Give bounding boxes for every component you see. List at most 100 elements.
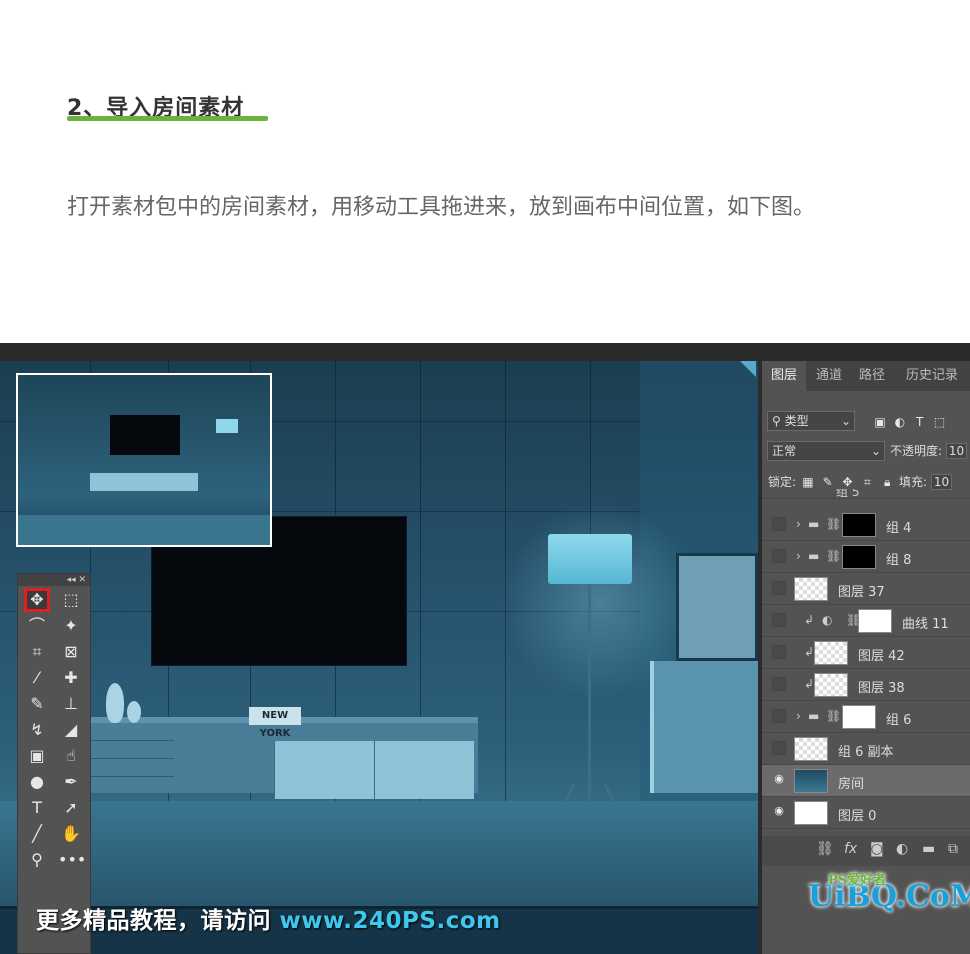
- layer-thumbnail: [794, 737, 828, 761]
- books: NEW YORK: [249, 707, 301, 739]
- visibility-toggle[interactable]: [772, 709, 786, 723]
- watermark-url: www.240PS.com: [279, 908, 501, 934]
- panel-tabs: 图层 通道 路径 历史记录: [762, 361, 970, 391]
- history-brush-tool-icon[interactable]: ↯: [24, 718, 50, 742]
- gradient-tool-icon[interactable]: ▣: [24, 744, 50, 768]
- layer-thumbnail: [842, 545, 876, 569]
- new-layer-icon[interactable]: ⧉: [948, 841, 958, 857]
- preview-tv: [110, 415, 180, 455]
- zoom-tool-icon[interactable]: ⚲: [24, 848, 50, 872]
- layer-thumbnail: [814, 641, 848, 665]
- more-tools-icon[interactable]: •••: [58, 848, 86, 872]
- brush-tool-icon[interactable]: ✎: [24, 692, 50, 716]
- pen-tool-icon[interactable]: ✒: [58, 770, 84, 794]
- visibility-toggle[interactable]: [772, 581, 786, 595]
- smudge-tool-icon[interactable]: ☝: [58, 744, 84, 768]
- blend-mode-select[interactable]: 正常 ⌄: [767, 441, 885, 461]
- layer-row[interactable]: 组 6 副本: [762, 733, 970, 765]
- chevron-down-icon: ⌄: [840, 414, 851, 428]
- lock-label: 锁定:: [768, 475, 797, 489]
- crop-tool-icon[interactable]: ⌗: [24, 640, 50, 664]
- layer-row[interactable]: › ▬ ⛓ 组 8: [762, 541, 970, 573]
- chevron-down-icon: ⌄: [870, 444, 881, 458]
- heading-underline: [67, 116, 268, 121]
- mask-icon[interactable]: ◙: [870, 841, 884, 857]
- layer-row[interactable]: ◉ 房间: [762, 765, 970, 797]
- line-tool-icon[interactable]: ╱: [24, 822, 50, 846]
- tab-layers[interactable]: 图层: [762, 361, 806, 391]
- eraser-tool-icon[interactable]: ◢: [58, 718, 84, 742]
- lamp-shade: [548, 534, 632, 584]
- fill-input[interactable]: 10: [930, 474, 953, 490]
- eyedropper-tool-icon[interactable]: ⁄: [24, 666, 50, 690]
- chevron-right-icon[interactable]: ›: [796, 517, 801, 531]
- folder-icon[interactable]: ▬: [922, 841, 935, 857]
- shape-filter-icon[interactable]: ⬚: [931, 411, 947, 433]
- site-logo: PS爱好者 UiBQ.CoM: [808, 873, 970, 914]
- opacity-input[interactable]: 10: [945, 443, 968, 459]
- chain-link-icon[interactable]: ⛓: [826, 517, 841, 531]
- toolbox-header[interactable]: ◂◂ ✕: [18, 574, 90, 586]
- marquee-tool-icon[interactable]: ⬚: [58, 588, 84, 612]
- frame-tool-icon[interactable]: ⊠: [58, 640, 84, 664]
- type-tool-icon[interactable]: T: [24, 796, 50, 820]
- opacity-row: 不透明度: 10: [890, 440, 968, 462]
- layer-row[interactable]: ↲ 图层 38: [762, 669, 970, 701]
- layer-list: › ▬ ⛓ 组 4 › ▬ ⛓ 组 8 图层 37 ↲ ◐ ⛓ 曲线 11 ↲ 图层 42 ↲ 图层 38 › ▬ ⛓…: [762, 509, 970, 869]
- layer-row[interactable]: ↲ 图层 42: [762, 637, 970, 669]
- preview-floor: [18, 515, 270, 545]
- adjustment-filter-icon[interactable]: ◐: [892, 411, 908, 433]
- healing-brush-tool-icon[interactable]: ✚: [58, 666, 84, 690]
- layer-name: 组 8: [886, 553, 912, 568]
- layer-filter-select[interactable]: ⚲ 类型 ⌄: [767, 411, 855, 431]
- link-icon[interactable]: ⛓: [816, 841, 834, 857]
- layer-row[interactable]: 图层 37: [762, 573, 970, 605]
- picture-frame: [676, 553, 758, 661]
- visibility-toggle[interactable]: [772, 677, 786, 691]
- tab-channels[interactable]: 通道: [808, 361, 850, 391]
- layer-row[interactable]: › ▬ ⛓ 组 4: [762, 509, 970, 541]
- cabinet-drawer: [90, 723, 174, 741]
- layer-thumbnail: [794, 769, 828, 793]
- chain-link-icon[interactable]: ⛓: [826, 709, 841, 723]
- eye-icon[interactable]: ◉: [772, 773, 786, 787]
- visibility-toggle[interactable]: [772, 517, 786, 531]
- layer-row[interactable]: ◉ 图层 0: [762, 797, 970, 829]
- image-filter-icon[interactable]: ▣: [872, 411, 888, 433]
- chain-link-icon[interactable]: ⛓: [826, 549, 841, 563]
- preview-cabinet: [90, 473, 198, 491]
- clipping-arrow-icon: ↲: [804, 645, 815, 659]
- filter-icons: ▣ ◐ T ⬚: [872, 411, 947, 433]
- folder-icon: ▬: [808, 709, 820, 723]
- chevron-right-icon[interactable]: ›: [796, 709, 801, 723]
- layer-thumbnail: [842, 705, 876, 729]
- opacity-label: 不透明度:: [890, 444, 943, 458]
- toolbox: ◂◂ ✕ ✥ ⬚ ⌒ ✦ ⌗ ⊠ ⁄ ✚ ✎ ⊥ ↯ ◢ ▣ ☝ ● ✒ T ➚ ╱ ✋ ⚲ •••: [17, 573, 91, 954]
- move-tool-icon[interactable]: ✥: [24, 588, 50, 612]
- eye-icon[interactable]: ◉: [772, 805, 786, 819]
- type-filter-icon[interactable]: T: [912, 411, 928, 433]
- magic-wand-tool-icon[interactable]: ✦: [58, 614, 84, 638]
- visibility-toggle[interactable]: [772, 613, 786, 627]
- adjustment-icon[interactable]: ◐: [896, 841, 908, 857]
- dodge-tool-icon[interactable]: ●: [24, 770, 50, 794]
- layer-name: 房间: [838, 777, 865, 792]
- visibility-toggle[interactable]: [772, 549, 786, 563]
- lasso-tool-icon[interactable]: ⌒: [24, 614, 50, 638]
- fx-icon[interactable]: fx: [844, 841, 857, 857]
- visibility-toggle[interactable]: [772, 645, 786, 659]
- tab-history[interactable]: 历史记录: [896, 361, 968, 391]
- path-selection-tool-icon[interactable]: ➚: [58, 796, 84, 820]
- folder-icon: ▬: [808, 517, 820, 531]
- visibility-toggle[interactable]: [772, 741, 786, 755]
- vase: [106, 683, 124, 723]
- layer-row[interactable]: ↲ ◐ ⛓ 曲线 11: [762, 605, 970, 637]
- layer-row[interactable]: › ▬ ⛓ 组 6: [762, 701, 970, 733]
- hand-tool-icon[interactable]: ✋: [58, 822, 84, 846]
- layer-row-partial[interactable]: 组 5: [762, 489, 970, 499]
- layer-name: 图层 0: [838, 809, 877, 824]
- fill-label: 填充:: [899, 475, 928, 489]
- stamp-tool-icon[interactable]: ⊥: [58, 692, 84, 716]
- tab-paths[interactable]: 路径: [852, 361, 892, 391]
- chevron-right-icon[interactable]: ›: [796, 549, 801, 563]
